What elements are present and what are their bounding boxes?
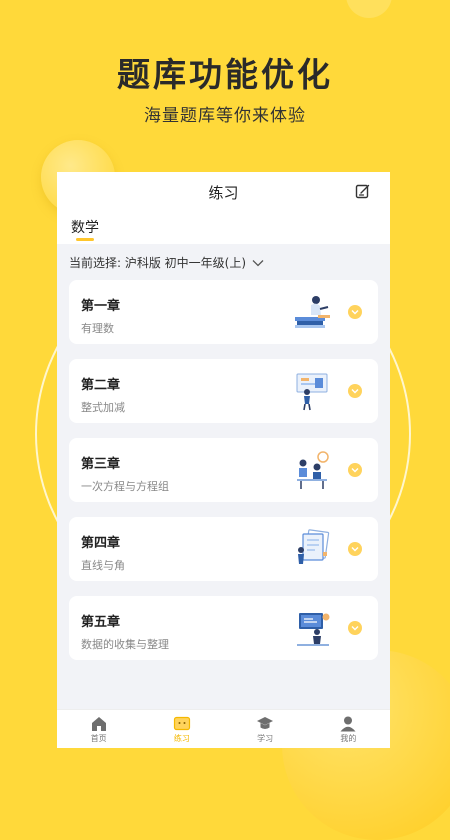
expand-chevron-icon[interactable]: [348, 305, 362, 319]
chapter-topic: 直线与角: [81, 559, 125, 572]
tab-label: 首页: [90, 733, 107, 743]
expand-chevron-icon[interactable]: [348, 621, 362, 635]
expand-chevron-icon[interactable]: [348, 542, 362, 556]
tab-label: 我的: [340, 733, 357, 743]
illustration-reading-icon: [295, 296, 330, 328]
illustration-computer-icon: [297, 613, 330, 646]
tab-profile[interactable]: 我的: [307, 710, 390, 748]
chapter-card-1[interactable]: 第一章 有理数: [69, 280, 378, 344]
home-icon: [91, 716, 106, 731]
page-title: 练习: [208, 184, 239, 202]
chapter-title: 第二章: [81, 378, 121, 393]
chapter-topic: 一次方程与方程组: [81, 480, 169, 493]
chapter-card-2[interactable]: 第二章 整式加减: [69, 359, 378, 423]
chevron-down-icon: [252, 259, 264, 266]
hero-title: 题库功能优化: [117, 55, 333, 94]
chapter-title: 第三章: [81, 457, 121, 472]
bottom-tab-bar: 首页 练习 学习 我的: [57, 709, 390, 748]
hero-subtitle: 海量题库等你来体验: [144, 106, 306, 126]
chapter-card-3[interactable]: 第三章 一次方程与方程组: [69, 438, 378, 502]
chapter-topic: 有理数: [81, 322, 114, 335]
tab-label: 学习: [257, 733, 274, 743]
chapter-title: 第四章: [81, 536, 121, 551]
phone-screen: 练习 数学 当前选择: 沪科版 初中一年级(上) 第一章 有理数 第二章 整式加…: [57, 172, 390, 748]
selector-label: 当前选择: 沪科版 初中一年级(上): [69, 256, 247, 270]
chapter-title: 第一章: [81, 299, 121, 314]
decor-circle-top: [346, 0, 392, 18]
chapter-topic: 数据的收集与整理: [81, 638, 169, 651]
textbook-selector[interactable]: 当前选择: 沪科版 初中一年级(上): [69, 254, 264, 271]
tab-math[interactable]: 数学: [71, 217, 99, 237]
chapter-card-4[interactable]: 第四章 直线与角: [69, 517, 378, 581]
tab-practice[interactable]: 练习: [140, 710, 223, 748]
chapter-card-5[interactable]: 第五章 数据的收集与整理: [69, 596, 378, 660]
profile-icon: [340, 716, 356, 731]
tab-home[interactable]: 首页: [57, 710, 140, 748]
chapter-topic: 整式加减: [81, 401, 125, 414]
tab-label: 练习: [173, 733, 190, 743]
practice-icon: [173, 716, 190, 730]
tab-active-indicator: [76, 238, 94, 241]
tab-study[interactable]: 学习: [224, 710, 307, 748]
illustration-presentation-icon: [296, 373, 328, 411]
illustration-teamwork-icon: [297, 451, 329, 489]
edit-icon[interactable]: [355, 183, 371, 199]
graduation-cap-icon: [257, 716, 274, 729]
illustration-documents-icon: [298, 529, 330, 564]
expand-chevron-icon[interactable]: [348, 463, 362, 477]
expand-chevron-icon[interactable]: [348, 384, 362, 398]
top-bar: 练习 数学: [57, 172, 390, 244]
chapter-title: 第五章: [81, 615, 121, 630]
